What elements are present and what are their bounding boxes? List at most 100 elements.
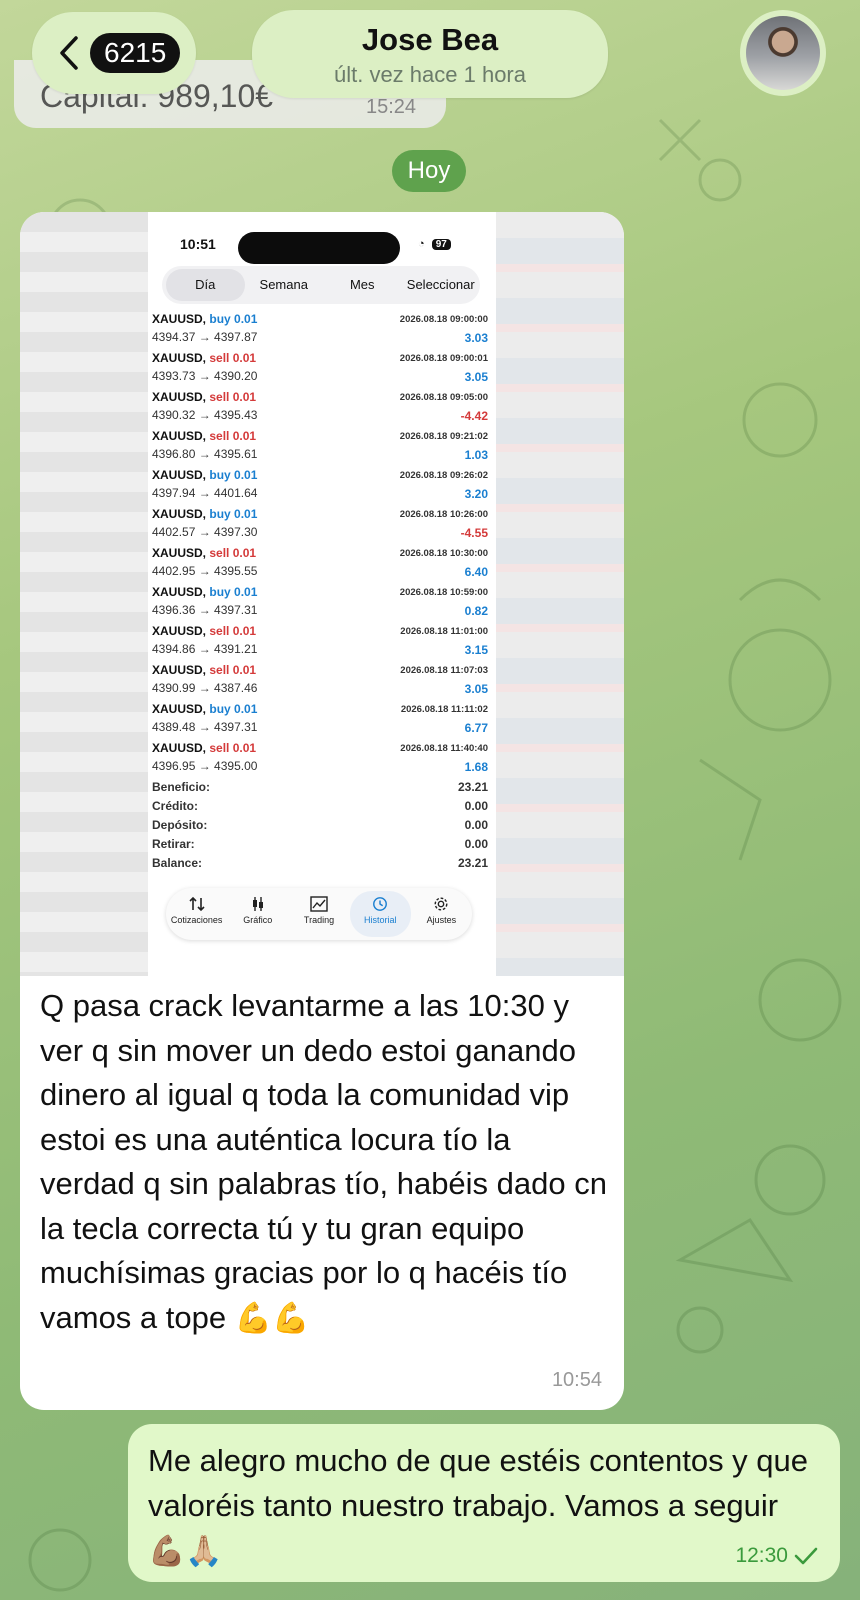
summary-value: 23.21 (457, 856, 488, 870)
date-separator: Hoy (392, 150, 466, 192)
trend-icon (310, 896, 328, 912)
summary-label: Depósito: (152, 818, 208, 832)
contact-name: Jose Bea (361, 22, 499, 57)
summary-row: Retirar: 0.00 (152, 837, 488, 856)
trade-profit: 3.15 (464, 643, 488, 657)
period-segmented-control: Día Semana Mes Seleccionar (162, 266, 480, 304)
trade-symbol: XAUUSD, sell 0.01 (152, 663, 257, 677)
trade-row: XAUUSD, buy 0.01 4402.57 → 4397.30 2026.08… (152, 507, 488, 546)
tab-historial: Historial (349, 891, 411, 937)
trade-prices: 4389.48 → 4397.31 (152, 720, 258, 734)
chat-title[interactable]: Jose Bea últ. vez hace 1 hora (252, 10, 608, 98)
last-seen-status: últ. vez hace 1 hora (333, 62, 526, 87)
trade-profit: 3.20 (464, 487, 488, 501)
trade-row: XAUUSD, buy 0.01 4397.94 → 4401.64 2026.08… (152, 468, 488, 507)
summary-value: 0.00 (464, 799, 488, 813)
incoming-message-time: 10:54 (551, 1369, 602, 1391)
trade-profit: 3.05 (464, 682, 488, 696)
trade-date: 2026.08.18 11:11:02 (400, 704, 488, 715)
trade-symbol: XAUUSD, buy 0.01 (152, 507, 258, 521)
app-tab-bar: Cotizaciones Gráfico Trading Historial A… (166, 888, 472, 940)
wifi-icon: ◔ (418, 238, 425, 250)
trade-profit: 3.03 (464, 331, 488, 345)
segment-dia: Día (166, 269, 245, 301)
chevron-left-icon (60, 36, 78, 70)
tab-grafico: Gráfico (227, 888, 288, 940)
trade-date: 2026.08.18 10:26:00 (399, 509, 488, 520)
summary-row: Depósito: 0.00 (152, 818, 488, 837)
trade-history-list: XAUUSD, buy 0.01 4394.37 → 4397.87 2026.08… (152, 312, 488, 780)
phone-status-icons: ◔ 97 (418, 238, 451, 250)
flexed-biceps-emoji: 💪💪 (234, 1301, 310, 1335)
trade-prices: 4394.86 → 4391.21 (152, 642, 258, 656)
battery-icon: 97 (431, 239, 451, 250)
trade-row: XAUUSD, buy 0.01 4389.48 → 4397.31 2026.08… (152, 702, 488, 741)
trade-row: XAUUSD, sell 0.01 4393.73 → 4390.20 2026.0… (152, 351, 488, 390)
trade-symbol: XAUUSD, sell 0.01 (152, 390, 257, 404)
trade-side: sell 0.01 (209, 390, 257, 404)
trade-date: 2026.08.18 11:07:03 (400, 665, 488, 676)
trade-symbol: XAUUSD, buy 0.01 (152, 312, 258, 326)
biceps-pray-emoji: 💪🏽🙏🏼 (148, 1535, 223, 1568)
summary-value: 0.00 (464, 818, 488, 832)
trade-symbol: XAUUSD, sell 0.01 (152, 429, 257, 443)
trade-profit: 3.05 (464, 370, 488, 384)
outgoing-message-bubble[interactable]: Me alegro mucho de que estéis contentos … (128, 1424, 840, 1582)
trade-side: buy 0.01 (209, 312, 258, 326)
checkmark-icon (794, 1547, 818, 1565)
tab-cotizaciones: Cotizaciones (166, 888, 227, 940)
trade-side: sell 0.01 (209, 741, 257, 755)
summary-label: Crédito: (152, 799, 198, 813)
previous-message-time: 15:24 (366, 96, 417, 118)
trade-prices: 4394.37 → 4397.87 (152, 330, 258, 344)
outgoing-message-text: Me alegro mucho de que estéis contentos … (148, 1443, 809, 1568)
clock-icon (373, 897, 388, 911)
attached-screenshot[interactable]: 10:51 ◔ 97 Día Semana Mes Seleccionar XA… (148, 212, 496, 976)
trade-side: sell 0.01 (209, 351, 257, 365)
incoming-message-bubble[interactable]: 10:51 ◔ 97 Día Semana Mes Seleccionar XA… (20, 212, 624, 1410)
trade-row: XAUUSD, sell 0.01 4402.95 → 4395.55 2026.0… (152, 546, 488, 585)
trade-side: buy 0.01 (209, 507, 258, 521)
trade-side: sell 0.01 (209, 546, 257, 560)
trade-prices: 4402.57 → 4397.30 (152, 525, 258, 539)
avatar-photo (746, 16, 820, 90)
trade-symbol: XAUUSD, sell 0.01 (152, 351, 257, 365)
trade-prices: 4402.95 → 4395.55 (152, 564, 258, 578)
summary-row: Beneficio: 23.21 (152, 780, 488, 799)
trade-date: 2026.08.18 09:21:02 (399, 431, 488, 442)
trade-date: 2026.08.18 10:59:00 (399, 587, 488, 598)
trade-date: 2026.08.18 09:05:00 (399, 392, 488, 403)
trade-profit: 6.77 (464, 721, 488, 735)
trade-row: XAUUSD, buy 0.01 4394.37 → 4397.87 2026.08… (152, 312, 488, 351)
trade-side: sell 0.01 (209, 429, 257, 443)
avatar[interactable] (740, 10, 826, 96)
unread-count-badge: 6215 (90, 33, 181, 73)
back-button[interactable]: 6215 (32, 12, 196, 94)
phone-status-bar: 10:51 ◔ 97 (148, 232, 496, 264)
trade-prices: 4393.73 → 4390.20 (152, 369, 258, 383)
incoming-message-text: Q pasa crack levantarme a las 10:30 y ve… (40, 988, 607, 1335)
trade-symbol: XAUUSD, buy 0.01 (152, 585, 258, 599)
summary-label: Beneficio: (152, 780, 211, 794)
trade-row: XAUUSD, sell 0.01 4396.80 → 4395.61 2026.0… (152, 429, 488, 468)
trade-side: buy 0.01 (209, 585, 258, 599)
trade-row: XAUUSD, buy 0.01 4396.36 → 4397.31 2026.08… (152, 585, 488, 624)
summary-row: Crédito: 0.00 (152, 799, 488, 818)
candles-icon (252, 897, 263, 911)
summary-row: Balance: 23.21 (152, 856, 488, 875)
trade-row: XAUUSD, sell 0.01 4396.95 → 4395.00 2026.0… (152, 741, 488, 780)
segment-mes: Mes (349, 277, 375, 292)
arrows-icon (189, 896, 205, 912)
screenshot-blurred-edge (20, 212, 148, 976)
trade-profit: -4.55 (460, 526, 488, 540)
phone-status-time: 10:51 (180, 236, 216, 252)
trade-date: 2026.08.18 09:00:01 (399, 353, 488, 364)
trade-side: buy 0.01 (209, 468, 258, 482)
trade-symbol: XAUUSD, sell 0.01 (152, 546, 257, 560)
trade-prices: 4390.99 → 4387.46 (152, 681, 258, 695)
tab-trading: Trading (288, 888, 349, 940)
trade-profit: 0.82 (464, 604, 488, 618)
trade-prices: 4396.36 → 4397.31 (152, 603, 258, 617)
trade-row: XAUUSD, sell 0.01 4390.32 → 4395.43 2026.0… (152, 390, 488, 429)
trade-date: 2026.08.18 09:26:02 (399, 470, 488, 481)
